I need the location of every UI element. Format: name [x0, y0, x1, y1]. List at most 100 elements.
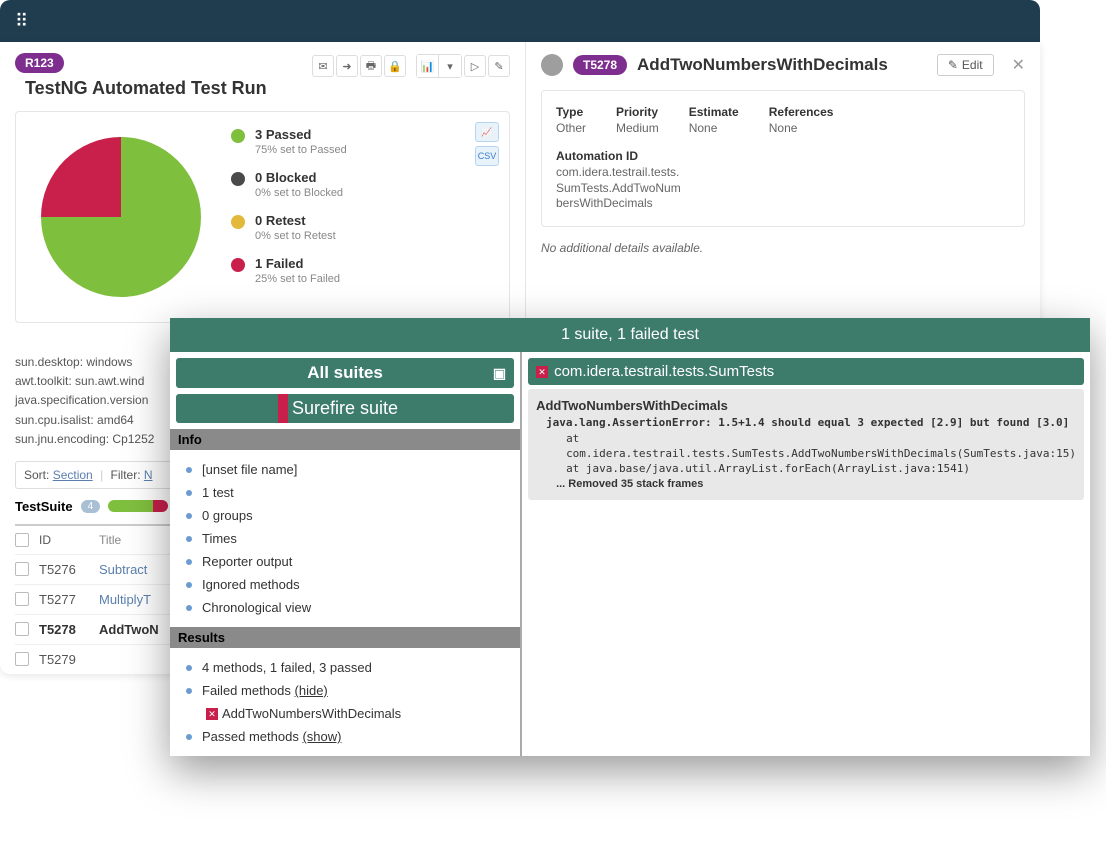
legend-retest: 0 Retest0% set to Retest — [231, 213, 347, 242]
suite-count-badge: 4 — [81, 500, 101, 513]
suite-progress-bar — [108, 500, 168, 512]
export-image-button[interactable]: 📈 — [475, 122, 499, 142]
pie-chart — [31, 127, 211, 307]
test-id-badge: T5278 — [573, 55, 627, 75]
bullet-icon — [186, 536, 192, 542]
status-dot-icon — [541, 54, 563, 76]
info-item[interactable]: Chronological view — [186, 596, 504, 619]
pencil-icon[interactable]: ✎ — [488, 55, 510, 77]
bullet-icon — [186, 559, 192, 565]
export-icon[interactable]: ➜ — [336, 55, 358, 77]
suite-name: TestSuite — [15, 499, 73, 514]
filter-value[interactable]: N — [144, 468, 153, 482]
legend-passed: 3 Passed75% set to Passed — [231, 127, 347, 156]
filter-label: Filter: — [111, 468, 141, 482]
bullet-icon — [186, 467, 192, 473]
field-type: Type Other — [556, 105, 586, 137]
detail-header: T5278 AddTwoNumbersWithDecimals ✎Edit ✕ — [541, 54, 1025, 76]
toolbar: ✉ ➜ 🖶 🔒 📊 ▾ ▷ ✎ — [312, 54, 510, 78]
detail-properties-box: Type Other Priority Medium Estimate None… — [541, 90, 1025, 227]
report-header: 1 suite, 1 failed test — [170, 318, 1090, 352]
fail-x-icon: ✕ — [536, 366, 548, 378]
all-suites-bar[interactable]: All suites ▣ — [176, 358, 514, 388]
dot-icon — [231, 172, 245, 186]
field-automation-id: Automation ID com.idera.testrail.tests.S… — [556, 149, 1010, 212]
fail-x-icon: ✕ — [206, 708, 218, 720]
info-item[interactable]: Ignored methods — [186, 573, 504, 596]
dot-icon — [231, 258, 245, 272]
dot-icon — [231, 215, 245, 229]
chevron-down-icon[interactable]: ▾ — [439, 55, 461, 77]
stack-line: at java.base/java.util.ArrayList.forEach… — [536, 461, 1076, 476]
mail-icon[interactable]: ✉ — [312, 55, 334, 77]
info-item[interactable]: 1 test — [186, 481, 504, 504]
close-icon[interactable]: ✕ — [1012, 55, 1025, 75]
field-priority: Priority Medium — [616, 105, 659, 137]
sort-label: Sort: — [24, 468, 49, 482]
field-estimate: Estimate None — [689, 105, 739, 137]
summary-chart-card: 3 Passed75% set to Passed 0 Blocked0% se… — [15, 111, 510, 323]
legend-blocked: 0 Blocked0% set to Blocked — [231, 170, 347, 199]
removed-frames: ... Removed 35 stack frames — [536, 477, 1076, 492]
chart-icon[interactable]: 📊 — [417, 55, 439, 77]
run-header: R123 TestNG Automated Test Run ✉ ➜ 🖶 🔒 📊… — [0, 54, 525, 99]
run-title: TestNG Automated Test Run — [25, 78, 267, 99]
report-right-pane: ✕ com.idera.testrail.tests.SumTests AddT… — [522, 352, 1090, 756]
failed-method-item[interactable]: ✕AddTwoNumbersWithDecimals — [186, 702, 504, 725]
legend-failed: 1 Failed25% set to Failed — [231, 256, 347, 285]
test-id: T5277 — [39, 592, 99, 607]
info-item[interactable]: Reporter output — [186, 550, 504, 573]
collapse-icon[interactable]: ▣ — [493, 365, 506, 382]
show-link[interactable]: (show) — [302, 729, 341, 744]
info-section-label: Info — [170, 429, 520, 450]
results-section-label: Results — [170, 627, 520, 648]
info-list: [unset file name] 1 test 0 groups Times … — [170, 450, 520, 627]
checkbox[interactable] — [15, 562, 29, 576]
test-title[interactable]: AddTwoN — [99, 622, 159, 637]
info-item[interactable]: 0 groups — [186, 504, 504, 527]
field-references: References None — [769, 105, 834, 137]
lock-icon[interactable]: 🔒 — [384, 55, 406, 77]
stack-line: at com.idera.testrail.tests.SumTests.Add… — [536, 431, 1076, 462]
checkbox[interactable] — [15, 652, 29, 666]
stack-trace-box: AddTwoNumbersWithDecimals java.lang.Asse… — [528, 389, 1084, 500]
assertion-error: java.lang.AssertionError: 1.5+1.4 should… — [536, 415, 1076, 430]
sort-value[interactable]: Section — [53, 468, 93, 482]
test-id: T5279 — [39, 652, 99, 667]
bullet-icon — [186, 734, 192, 740]
chart-legend: 3 Passed75% set to Passed 0 Blocked0% se… — [231, 127, 347, 307]
edit-button[interactable]: ✎Edit — [937, 54, 994, 76]
passed-methods-row: Passed methods (show) — [186, 725, 504, 748]
failed-method-name: AddTwoNumbersWithDecimals — [536, 397, 1076, 415]
suite-title-bar: ✕ com.idera.testrail.tests.SumTests — [528, 358, 1084, 385]
print-icon[interactable]: 🖶 — [360, 55, 382, 77]
testng-report-window: 1 suite, 1 failed test All suites ▣ Sure… — [170, 318, 1090, 756]
results-list: 4 methods, 1 failed, 3 passed Failed met… — [170, 648, 520, 756]
pencil-icon: ✎ — [948, 58, 958, 72]
col-id: ID — [39, 533, 99, 547]
checkbox[interactable] — [15, 622, 29, 636]
dot-icon — [231, 129, 245, 143]
surefire-suite-bar[interactable]: Surefire suite — [176, 394, 514, 423]
bullet-icon — [186, 688, 192, 694]
bullet-icon — [186, 665, 192, 671]
run-badge: R123 — [15, 53, 64, 73]
bullet-icon — [186, 582, 192, 588]
app-header: ⠿ — [0, 0, 1040, 42]
info-item[interactable]: Times — [186, 527, 504, 550]
logo-icon: ⠿ — [15, 11, 28, 32]
checkbox[interactable] — [15, 533, 29, 547]
info-item[interactable]: [unset file name] — [186, 458, 504, 481]
test-id: T5278 — [39, 622, 99, 637]
no-details-text: No additional details available. — [541, 241, 1025, 255]
report-left-pane: All suites ▣ Surefire suite Info [unset … — [170, 352, 522, 756]
play-icon[interactable]: ▷ — [464, 55, 486, 77]
test-title[interactable]: MultiplyT — [99, 592, 151, 607]
test-title[interactable]: Subtract — [99, 562, 147, 577]
export-csv-button[interactable]: CSV — [475, 146, 499, 166]
detail-title: AddTwoNumbersWithDecimals — [637, 55, 888, 75]
failed-methods-row: Failed methods (hide) — [186, 679, 504, 702]
checkbox[interactable] — [15, 592, 29, 606]
hide-link[interactable]: (hide) — [295, 683, 328, 698]
bullet-icon — [186, 490, 192, 496]
